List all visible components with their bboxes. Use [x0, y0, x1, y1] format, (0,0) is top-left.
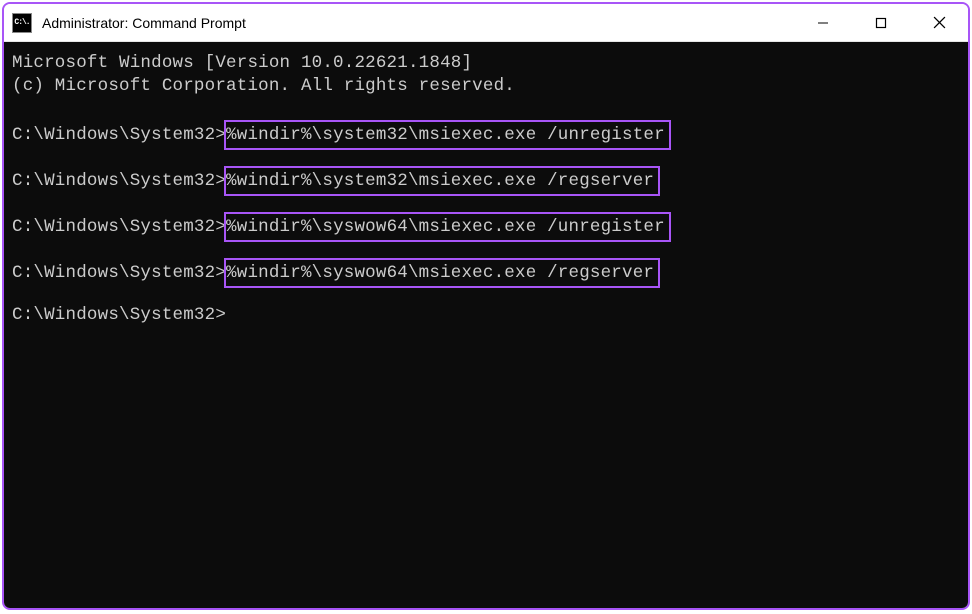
blank-line — [12, 98, 960, 120]
highlighted-command-3: %windir%\syswow64\msiexec.exe /unregiste… — [224, 212, 671, 242]
command-line-4: C:\Windows\System32>%windir%\syswow64\ms… — [12, 258, 960, 288]
maximize-button[interactable] — [852, 4, 910, 41]
window-controls — [794, 4, 968, 41]
prompt: C:\Windows\System32> — [12, 124, 226, 146]
close-button[interactable] — [910, 4, 968, 41]
cmd-icon-text: C:\. — [14, 18, 29, 27]
blank-line — [12, 150, 960, 166]
blank-line — [12, 196, 960, 212]
terminal-area[interactable]: Microsoft Windows [Version 10.0.22621.18… — [4, 42, 968, 608]
header-version: Microsoft Windows [Version 10.0.22621.18… — [12, 52, 960, 74]
command-line-2: C:\Windows\System32>%windir%\system32\ms… — [12, 166, 960, 196]
titlebar[interactable]: C:\. Administrator: Command Prompt — [4, 4, 968, 42]
command-prompt-window: C:\. Administrator: Command Prompt Micro… — [2, 2, 970, 610]
prompt: C:\Windows\System32> — [12, 170, 226, 192]
highlighted-command-1: %windir%\system32\msiexec.exe /unregiste… — [224, 120, 671, 150]
blank-line — [12, 242, 960, 258]
highlighted-command-4: %windir%\syswow64\msiexec.exe /regserver — [224, 258, 660, 288]
minimize-button[interactable] — [794, 4, 852, 41]
window-title: Administrator: Command Prompt — [42, 15, 794, 31]
prompt: C:\Windows\System32> — [12, 262, 226, 284]
header-copyright: (c) Microsoft Corporation. All rights re… — [12, 75, 960, 97]
blank-line — [12, 288, 960, 304]
command-line-3: C:\Windows\System32>%windir%\syswow64\ms… — [12, 212, 960, 242]
empty-prompt: C:\Windows\System32> — [12, 304, 960, 326]
prompt: C:\Windows\System32> — [12, 216, 226, 238]
command-line-1: C:\Windows\System32>%windir%\system32\ms… — [12, 120, 960, 150]
highlighted-command-2: %windir%\system32\msiexec.exe /regserver — [224, 166, 660, 196]
cmd-icon: C:\. — [12, 13, 32, 33]
